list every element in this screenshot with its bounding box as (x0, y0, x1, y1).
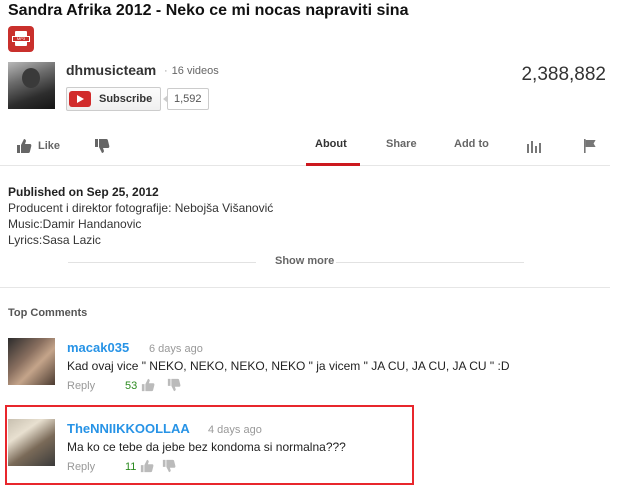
description-line: Producent i direktor fotografije: Nebojš… (8, 201, 274, 215)
stats-button[interactable] (526, 138, 542, 154)
tab-share[interactable]: Share (386, 138, 417, 150)
tab-about[interactable]: About (315, 138, 347, 150)
show-more-button[interactable]: Show more (275, 255, 334, 267)
subscribe-button[interactable]: Subscribe (66, 87, 162, 111)
action-bar: Like About Share Add to (0, 128, 610, 166)
comment-item: macak035 6 days ago Kad ovaj vice " NEKO… (8, 338, 608, 408)
show-more-row: Show more (68, 255, 524, 269)
comment-timestamp: 6 days ago (149, 343, 203, 355)
divider (336, 262, 524, 263)
subscribe-label: Subscribe (99, 93, 153, 105)
channel-name-link[interactable]: dhmusicteam (66, 62, 156, 78)
thumbs-down-icon (95, 139, 110, 153)
active-tab-indicator (306, 163, 360, 166)
report-button[interactable] (582, 138, 598, 154)
thumbs-up-icon (17, 139, 32, 153)
dislike-button[interactable] (94, 138, 110, 154)
published-date: Published on Sep 25, 2012 (8, 185, 159, 199)
like-label: Like (38, 140, 61, 152)
highlight-box (5, 405, 414, 485)
video-count-label: 16 videos (171, 65, 219, 77)
channel-avatar[interactable] (8, 62, 55, 109)
like-button[interactable]: Like (16, 138, 60, 154)
comments-heading: Top Comments (8, 307, 88, 319)
comment-text: Kad ovaj vice " NEKO, NEKO, NEKO, NEKO "… (67, 359, 510, 373)
flag-icon (584, 139, 596, 153)
youtube-logo-icon (69, 91, 91, 107)
thumbs-up-icon[interactable] (141, 378, 155, 392)
comment-like-count: 53 (125, 380, 138, 392)
mp3-file-icon[interactable]: MP3 (8, 26, 34, 52)
video-count: · 16 videos (164, 65, 219, 77)
video-description: Published on Sep 25, 2012 Producent i di… (8, 184, 273, 248)
comment-author-link[interactable]: macak035 (67, 340, 129, 355)
stats-icon (527, 141, 541, 153)
tab-add-to[interactable]: Add to (454, 138, 489, 150)
description-line: Lyrics:Sasa Lazic (8, 233, 101, 247)
subscriber-count: 1,592 (163, 88, 209, 110)
divider (68, 262, 256, 263)
video-title: Sandra Afrika 2012 - Neko ce mi nocas na… (8, 2, 409, 19)
divider (0, 287, 610, 288)
description-line: Music:Damir Handanovic (8, 217, 142, 231)
commenter-avatar[interactable] (8, 338, 55, 385)
thumbs-down-icon[interactable] (167, 378, 181, 392)
reply-link[interactable]: Reply (67, 380, 95, 392)
view-count: 2,388,882 (521, 64, 606, 85)
